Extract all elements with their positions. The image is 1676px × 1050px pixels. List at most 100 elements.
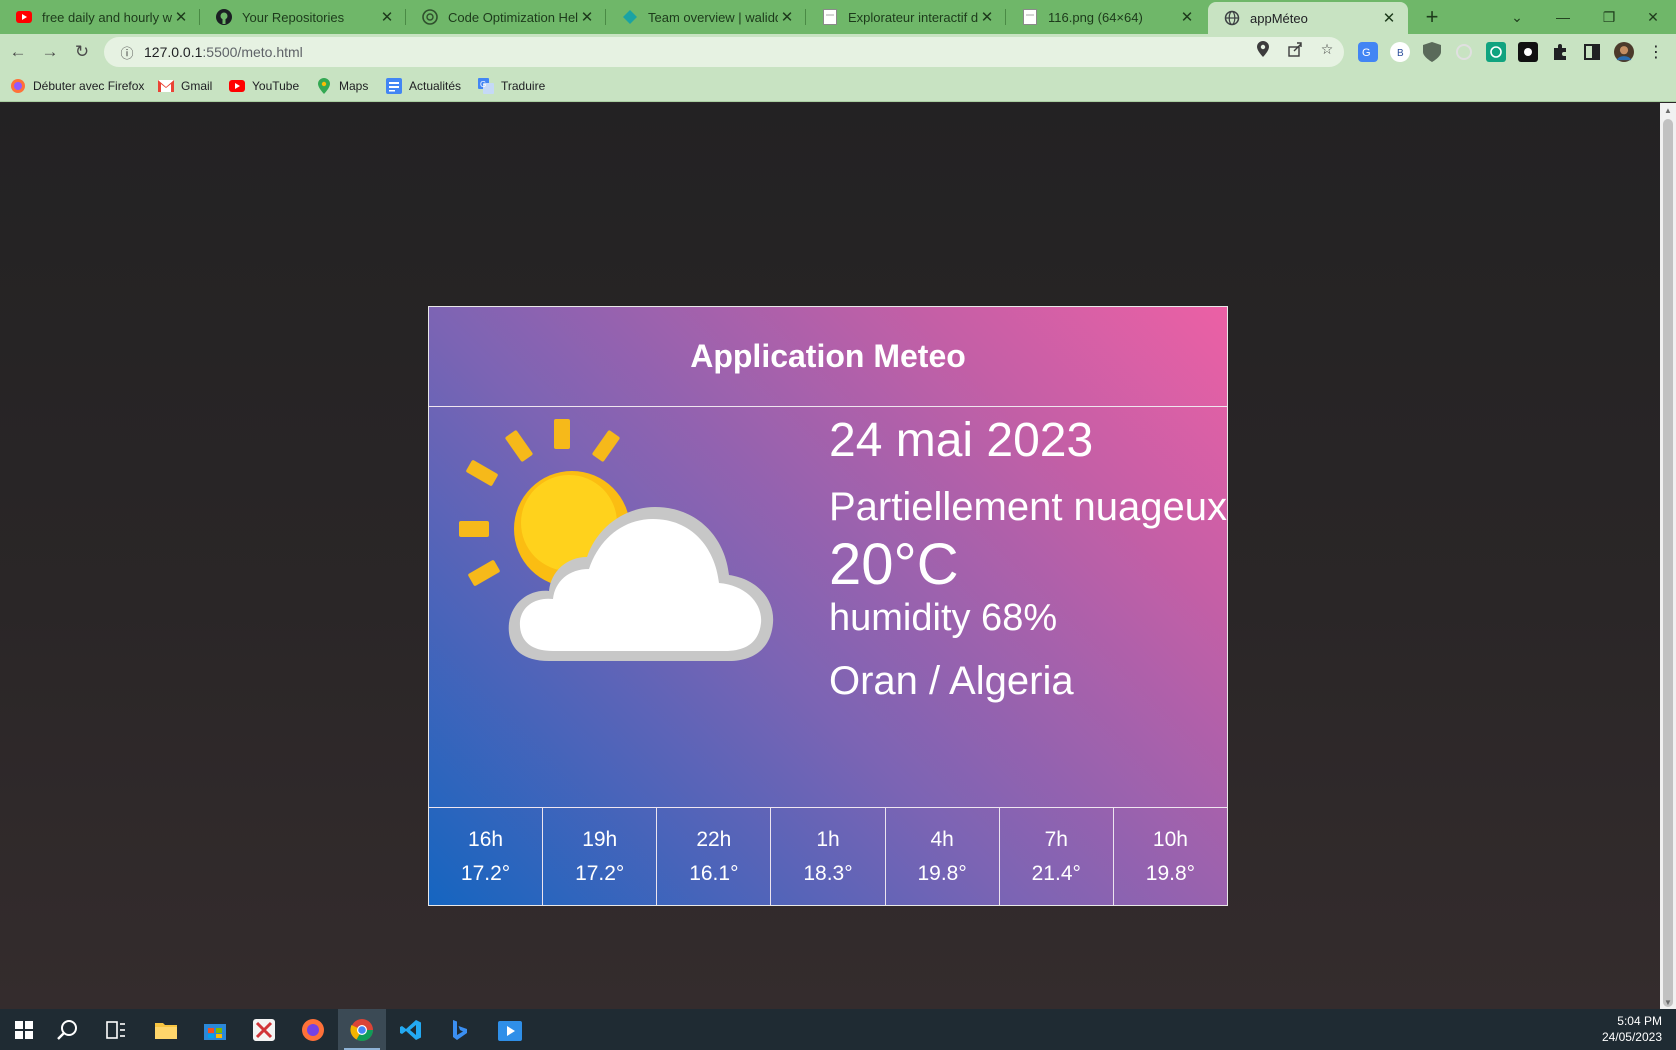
forecast-hour: 16h [468, 827, 504, 851]
media-player-icon[interactable] [486, 1009, 534, 1050]
site-info-icon[interactable]: ⓘ [112, 43, 142, 62]
tab-weather-youtube[interactable]: free daily and hourly wea ✕ [0, 0, 200, 34]
tab-title: appMéteo [1250, 10, 1308, 26]
forecast-hour: 10h [1152, 827, 1188, 851]
address-bar[interactable]: ⓘ 127.0.0.1:5500/meto.html [104, 37, 1344, 67]
scroll-thumb[interactable] [1663, 119, 1673, 1007]
tab-explorateur[interactable]: Explorateur interactif de l ✕ [806, 0, 1006, 34]
tab-title: Explorateur interactif de l [848, 9, 978, 25]
tab-strip: free daily and hourly wea ✕ Your Reposit… [0, 0, 1676, 34]
close-icon[interactable]: ✕ [1178, 8, 1196, 26]
browser-toolbar: ← → ↻ ⓘ 127.0.0.1:5500/meto.html ☆ G B ⋮ [0, 34, 1676, 70]
forecast-temp: 17.2° [460, 861, 511, 885]
tab-title: 116.png (64×64) [1048, 9, 1143, 25]
forecast-temp: 19.8° [917, 861, 967, 885]
minimize-button[interactable]: — [1540, 0, 1586, 34]
gmail-icon [158, 78, 174, 94]
google-translate-icon[interactable]: G [1358, 42, 1378, 62]
close-icon[interactable]: ✕ [172, 8, 190, 26]
tab-team-overview[interactable]: Team overview | waliddjla ✕ [606, 0, 806, 34]
forecast-hour: 19h [582, 827, 618, 851]
team-icon [622, 9, 638, 25]
window-close-button[interactable]: ✕ [1630, 0, 1676, 34]
restore-button[interactable]: ❐ [1586, 0, 1632, 34]
tab-image-116[interactable]: 116.png (64×64) ✕ [1006, 0, 1206, 34]
bookmark-maps[interactable]: Maps [316, 70, 368, 102]
menu-kebab-icon[interactable]: ⋮ [1646, 42, 1666, 62]
maps-icon [316, 78, 332, 94]
file-explorer-icon[interactable] [142, 1009, 190, 1050]
location-icon[interactable] [1254, 40, 1272, 58]
ublock-icon[interactable] [1422, 42, 1442, 62]
start-button[interactable] [0, 1009, 48, 1050]
bookmark-youtube[interactable]: YouTube [229, 70, 299, 102]
close-icon[interactable]: ✕ [1380, 9, 1398, 27]
extension-b-icon[interactable]: B [1390, 42, 1410, 62]
reload-button[interactable]: ↻ [70, 40, 94, 64]
scroll-down-arrow[interactable]: ▼ [1660, 995, 1676, 1009]
current-temperature: 20°C [829, 532, 959, 597]
dark-extension-icon[interactable] [1518, 42, 1538, 62]
tab-title: Code Optimization Help [448, 9, 578, 25]
forward-button[interactable]: → [38, 40, 62, 64]
share-icon[interactable] [1286, 40, 1304, 58]
globe-icon [1224, 10, 1240, 26]
chatgpt-icon [422, 9, 438, 25]
bookmark-label: Gmail [181, 79, 213, 93]
chatgpt-extension-icon[interactable] [1486, 42, 1506, 62]
scroll-up-arrow[interactable]: ▲ [1660, 103, 1676, 117]
page-icon [822, 9, 838, 25]
bookmark-label: Traduire [501, 79, 546, 93]
forecast-hour: 1h [816, 827, 840, 851]
extensions-puzzle-icon[interactable] [1550, 42, 1570, 62]
tab-chatgpt[interactable]: Code Optimization Help ✕ [406, 0, 606, 34]
close-icon[interactable]: ✕ [578, 8, 596, 26]
forecast-item: 22h 16.1° [657, 808, 772, 905]
close-icon[interactable]: ✕ [978, 8, 996, 26]
tab-app-meteo[interactable]: appMéteo ✕ [1208, 2, 1408, 34]
chrome-icon[interactable] [338, 1009, 386, 1050]
news-icon [386, 78, 402, 94]
side-panel-icon[interactable] [1582, 42, 1602, 62]
bookmark-gmail[interactable]: Gmail [158, 70, 212, 102]
page-viewport: Application Meteo 24 mai 2023 Partiellem… [0, 103, 1660, 1009]
page-scrollbar[interactable]: ▲ ▼ [1660, 103, 1676, 1009]
firefox-icon[interactable] [289, 1009, 337, 1050]
app-red-icon[interactable] [240, 1009, 288, 1050]
forecast-item: 1h 18.3° [771, 808, 886, 905]
avatar[interactable] [1614, 42, 1634, 62]
tab-github[interactable]: Your Repositories ✕ [200, 0, 406, 34]
new-tab-button[interactable]: + [1420, 4, 1444, 29]
bookmark-label: Maps [339, 79, 369, 93]
bookmark-firefox[interactable]: Débuter avec Firefox [10, 70, 144, 102]
microsoft-store-icon[interactable] [191, 1009, 239, 1050]
task-view-icon[interactable] [92, 1009, 140, 1050]
bookmark-label: Débuter avec Firefox [33, 79, 145, 93]
bookmark-actualites[interactable]: Actualités [386, 70, 461, 102]
firefox-icon [10, 78, 26, 94]
forecast-item: 16h 17.2° [429, 808, 544, 905]
weather-description: Partiellement nuageux [829, 485, 1228, 529]
card-header: Application Meteo [429, 307, 1227, 407]
clock-time: 5:04 PM [1617, 1014, 1662, 1028]
forecast-temp: 17.2° [575, 861, 625, 885]
url-host: 127.0.0.1 [144, 44, 203, 60]
url-path: :5500/meto.html [202, 44, 303, 60]
weather-card: Application Meteo 24 mai 2023 Partiellem… [428, 306, 1228, 906]
back-button[interactable]: ← [6, 40, 30, 64]
openai-icon[interactable] [1454, 42, 1474, 62]
bookmark-star-icon[interactable]: ☆ [1318, 40, 1336, 58]
hourly-forecast: 16h 17.2° 19h 17.2° 22h 16.1° 1h 18.3° 4… [429, 807, 1227, 905]
tab-search-button[interactable]: ⌄ [1494, 0, 1540, 34]
close-icon[interactable]: ✕ [378, 8, 396, 26]
bookmark-traduire[interactable]: G Traduire [478, 70, 545, 102]
close-icon[interactable]: ✕ [778, 8, 796, 26]
tab-title: Team overview | waliddjla [648, 9, 778, 25]
image-icon [1022, 9, 1038, 25]
bookmark-label: Actualités [409, 79, 462, 93]
bing-icon[interactable] [436, 1009, 484, 1050]
vscode-icon[interactable] [387, 1009, 435, 1050]
search-icon[interactable] [44, 1009, 92, 1050]
system-clock[interactable]: 5:04 PM 24/05/2023 [1602, 1013, 1662, 1045]
translate-icon: G [478, 78, 494, 94]
